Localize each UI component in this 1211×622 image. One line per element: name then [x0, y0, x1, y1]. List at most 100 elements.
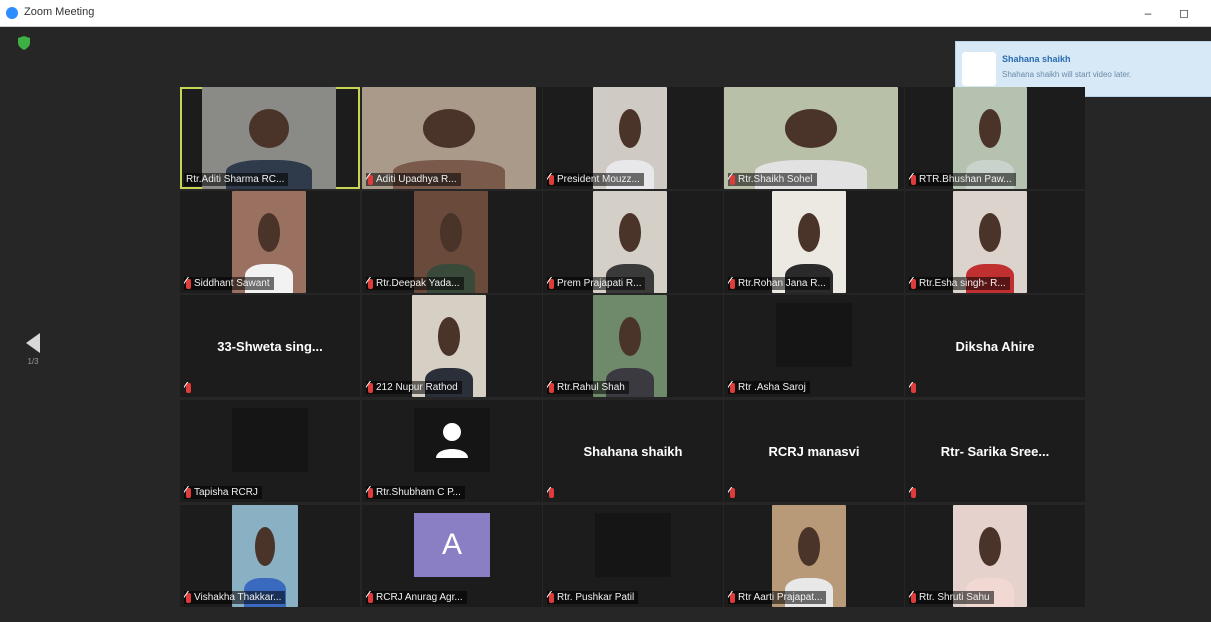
mic-muted-icon — [368, 174, 373, 185]
participant-display-name: Rtr- Sarika Sree... — [940, 443, 1050, 459]
participant-tile[interactable]: President Mouzz... — [543, 87, 723, 189]
participant-label: Rtr.Rahul Shah — [547, 381, 629, 394]
participant-label: Rtr.Shubham C P... — [366, 486, 465, 499]
participant-name: Rtr.Rohan Jana R... — [738, 278, 826, 289]
participant-label: Rtr.Rohan Jana R... — [728, 277, 830, 290]
minimize-button[interactable]: – — [1136, 3, 1160, 23]
participant-tile[interactable]: RCRJ manasvi — [724, 400, 904, 502]
window-title: Zoom Meeting — [24, 6, 95, 18]
participant-tile[interactable]: Prem Prajapati R... — [543, 191, 723, 293]
participant-tile[interactable]: A RCRJ Anurag Agr... — [362, 505, 542, 607]
participant-tile[interactable]: Shahana shaikh — [543, 400, 723, 502]
participant-tile[interactable]: Rtr .Asha Saroj — [724, 295, 904, 397]
participant-label: Rtr.Esha singh- R... — [909, 277, 1010, 290]
video-head-shape — [797, 527, 821, 567]
participant-name: Rtr .Asha Saroj — [738, 382, 806, 393]
notification-title: Shahana shaikh — [1002, 54, 1071, 64]
participant-tile[interactable]: Rtr.Shubham C P... — [362, 400, 542, 502]
participant-name: RTR.Bhushan Paw... — [919, 174, 1012, 185]
participant-name: Rtr. Shruti Sahu — [919, 592, 990, 603]
mic-muted-icon — [911, 383, 916, 393]
participant-label: Rtr Aarti Prajapat... — [728, 591, 827, 604]
meeting-gallery-view: 1/3 Shahana shaikh Shahana shaikh will s… — [0, 27, 1211, 622]
page-indicator: 1/3 — [27, 357, 39, 366]
participant-name: Rtr.Esha singh- R... — [919, 278, 1006, 289]
participant-tile[interactable]: Rtr.Rohan Jana R... — [724, 191, 904, 293]
mic-muted-icon — [730, 382, 735, 393]
mic-muted-icon — [730, 174, 735, 185]
mic-muted-icon — [911, 278, 916, 289]
restore-button[interactable]: ◻ — [1172, 3, 1196, 23]
profile-avatar — [414, 408, 490, 472]
participant-tile[interactable]: Rtr.Aditi Sharma RC... — [180, 87, 360, 189]
participant-label: Aditi Upadhya R... — [366, 173, 461, 186]
mic-muted-icon — [549, 382, 554, 393]
notification-avatar — [962, 52, 996, 86]
participant-tile[interactable]: Rtr. Pushkar Patil — [543, 505, 723, 607]
participant-label: Rtr.Aditi Sharma RC... — [184, 173, 289, 186]
mic-muted-icon — [368, 278, 373, 289]
mic-muted-icon — [911, 174, 916, 185]
video-head-shape — [439, 213, 463, 253]
shield-icon[interactable] — [18, 36, 30, 50]
participant-name: Tapisha RCRJ — [194, 487, 258, 498]
video-head-shape — [255, 527, 275, 567]
participant-tile[interactable]: Tapisha RCRJ — [180, 400, 360, 502]
participant-tile[interactable]: Rtr.Esha singh- R... — [905, 191, 1085, 293]
participant-label: 212 Nupur Rathod — [366, 381, 462, 394]
chevron-left-icon — [26, 333, 40, 353]
mic-muted-icon — [730, 488, 735, 498]
participant-label: Prem Prajapati R... — [547, 277, 646, 290]
participant-name: Aditi Upadhya R... — [376, 174, 457, 185]
participant-tile[interactable]: Rtr- Sarika Sree... — [905, 400, 1085, 502]
mic-muted-icon — [549, 488, 554, 498]
participant-tile[interactable]: Rtr Aarti Prajapat... — [724, 505, 904, 607]
participant-name: Rtr.Rahul Shah — [557, 382, 625, 393]
previous-page-button[interactable]: 1/3 — [20, 327, 46, 387]
zoom-app-icon — [6, 7, 18, 19]
participant-label — [909, 382, 920, 394]
video-head-shape — [978, 213, 1002, 253]
participant-display-name: RCRJ manasvi — [768, 443, 860, 459]
participant-name: 212 Nupur Rathod — [376, 382, 458, 393]
participant-tile[interactable]: Rtr. Shruti Sahu — [905, 505, 1085, 607]
participant-label: President Mouzz... — [547, 173, 644, 186]
participant-display-name: Diksha Ahire — [955, 338, 1035, 354]
mic-muted-icon — [730, 592, 735, 603]
participant-tile[interactable]: Rtr.Rahul Shah — [543, 295, 723, 397]
video-head-shape — [797, 213, 821, 253]
camera-off-box — [595, 513, 671, 577]
participant-label — [909, 487, 920, 499]
participant-name: Rtr.Shaikh Sohel — [738, 174, 813, 185]
participant-name: RCRJ Anurag Agr... — [376, 592, 463, 603]
mic-muted-icon — [368, 487, 373, 498]
participant-tile[interactable]: Diksha Ahire — [905, 295, 1085, 397]
participant-label: Vishakha Thakkar... — [184, 591, 286, 604]
mic-muted-icon — [549, 592, 554, 603]
participant-tile[interactable]: Vishakha Thakkar... — [180, 505, 360, 607]
participant-name: Prem Prajapati R... — [557, 278, 642, 289]
participant-tile[interactable]: Rtr.Deepak Yada... — [362, 191, 542, 293]
participant-label: RTR.Bhushan Paw... — [909, 173, 1016, 186]
participant-tile[interactable]: Siddhant Sawant — [180, 191, 360, 293]
participant-tile[interactable]: 212 Nupur Rathod — [362, 295, 542, 397]
mic-muted-icon — [186, 278, 191, 289]
mic-muted-icon — [549, 278, 554, 289]
participant-display-name: 33-Shweta sing... — [217, 338, 323, 354]
participant-label: Rtr .Asha Saroj — [728, 381, 810, 394]
video-head-shape — [618, 213, 642, 253]
participant-tile[interactable]: Rtr.Shaikh Sohel — [724, 87, 904, 189]
participant-tile[interactable]: 33-Shweta sing... — [180, 295, 360, 397]
mic-muted-icon — [549, 174, 554, 185]
participant-name: Siddhant Sawant — [194, 278, 270, 289]
participant-label: Tapisha RCRJ — [184, 486, 262, 499]
participant-label: Rtr. Pushkar Patil — [547, 591, 639, 604]
mic-muted-icon — [911, 488, 916, 498]
participant-tile[interactable]: Aditi Upadhya R... — [362, 87, 542, 189]
participant-label — [728, 487, 739, 499]
mic-muted-icon — [730, 278, 735, 289]
video-head-shape — [422, 109, 476, 149]
participant-tile[interactable]: RTR.Bhushan Paw... — [905, 87, 1085, 189]
participant-label: Rtr.Shaikh Sohel — [728, 173, 817, 186]
notification-message: Shahana shaikh will start video later. — [1002, 70, 1132, 79]
